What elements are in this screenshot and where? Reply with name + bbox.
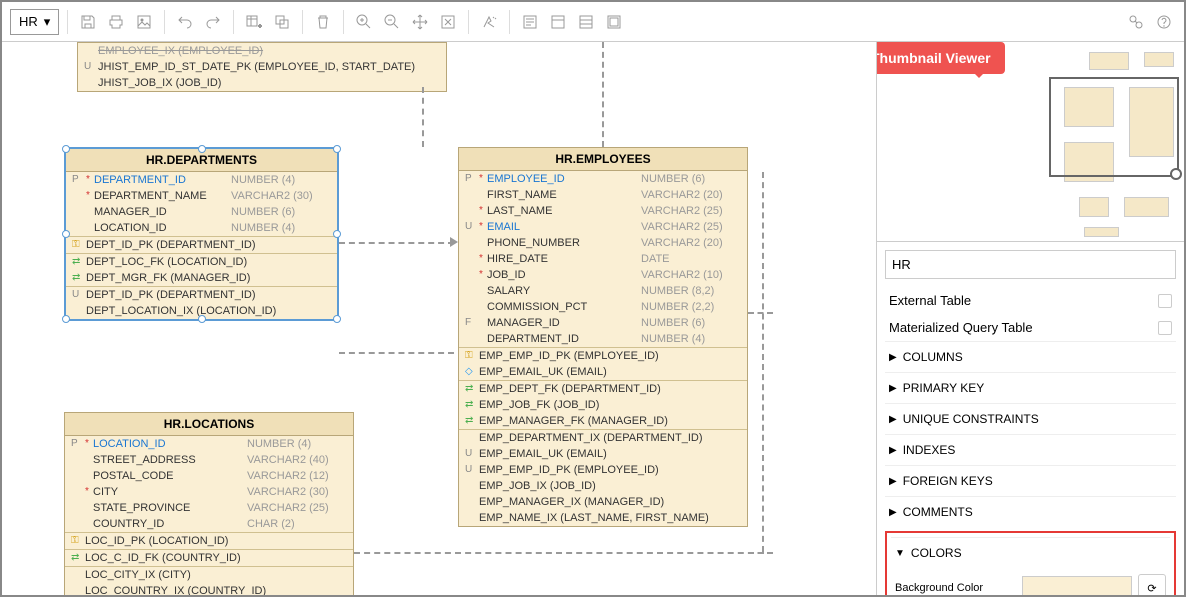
index-row: LOC_CITY_IX (CITY) bbox=[65, 567, 353, 583]
schema-selector[interactable]: HR ▾ bbox=[10, 9, 59, 35]
view1-icon[interactable] bbox=[546, 10, 570, 34]
key-row: ⚿EMP_EMP_ID_PK (EMPLOYEE_ID) bbox=[459, 348, 747, 364]
key-row: ◇EMP_EMAIL_UK (EMAIL) bbox=[459, 364, 747, 380]
chevron-down-icon: ▼ bbox=[895, 548, 905, 559]
chevron-right-icon: ▶ bbox=[889, 414, 897, 425]
column-row: U*EMAILVARCHAR2 (25) bbox=[459, 219, 747, 235]
chevron-right-icon: ▶ bbox=[889, 352, 897, 363]
chevron-right-icon: ▶ bbox=[889, 507, 897, 518]
column-row: STREET_ADDRESSVARCHAR2 (40) bbox=[65, 452, 353, 468]
index-row: EMP_JOB_IX (JOB_ID) bbox=[459, 478, 747, 494]
fit-icon[interactable] bbox=[436, 10, 460, 34]
external-table-label: External Table bbox=[889, 293, 971, 308]
accordion-columns[interactable]: ▶COLUMNS bbox=[885, 341, 1176, 372]
save-icon[interactable] bbox=[76, 10, 100, 34]
entity-locations[interactable]: HR.LOCATIONS P*LOCATION_IDNUMBER (4)STRE… bbox=[64, 412, 354, 595]
key-row: ⇄LOC_C_ID_FK (COUNTRY_ID) bbox=[65, 550, 353, 566]
index-row: EMP_NAME_IX (LAST_NAME, FIRST_NAME) bbox=[459, 510, 747, 526]
help-icon[interactable] bbox=[1152, 10, 1176, 34]
column-row: POSTAL_CODEVARCHAR2 (12) bbox=[65, 468, 353, 484]
column-row: FIRST_NAMEVARCHAR2 (20) bbox=[459, 187, 747, 203]
column-row: *HIRE_DATEDATE bbox=[459, 251, 747, 267]
right-panel: Thumbnail Viewer External Table Material… bbox=[876, 42, 1184, 595]
add-table-icon[interactable] bbox=[242, 10, 266, 34]
column-row: PHONE_NUMBERVARCHAR2 (20) bbox=[459, 235, 747, 251]
column-row: DEPARTMENT_IDNUMBER (4) bbox=[459, 331, 747, 347]
key-row: ⇄DEPT_MGR_FK (MANAGER_ID) bbox=[66, 270, 337, 286]
column-row: P*DEPARTMENT_IDNUMBER (4) bbox=[66, 172, 337, 188]
toolbar: HR ▾ bbox=[2, 2, 1184, 42]
column-row: *CITYVARCHAR2 (30) bbox=[65, 484, 353, 500]
key-row: ⚿LOC_ID_PK (LOCATION_ID) bbox=[65, 533, 353, 549]
diagram-canvas[interactable]: EMPLOYEE_IX (EMPLOYEE_ID) UJHIST_EMP_ID_… bbox=[2, 42, 876, 595]
key-row: ⇄EMP_DEPT_FK (DEPARTMENT_ID) bbox=[459, 381, 747, 397]
entity-title: HR.LOCATIONS bbox=[65, 413, 353, 436]
accordion-unique-constraints[interactable]: ▶UNIQUE CONSTRAINTS bbox=[885, 403, 1176, 434]
thumbnail-viewer[interactable]: Thumbnail Viewer bbox=[877, 42, 1184, 242]
accordion-indexes[interactable]: ▶INDEXES bbox=[885, 434, 1176, 465]
external-table-checkbox[interactable] bbox=[1158, 294, 1172, 308]
column-row: *LAST_NAMEVARCHAR2 (25) bbox=[459, 203, 747, 219]
find-icon[interactable] bbox=[1124, 10, 1148, 34]
key-row: ⇄DEPT_LOC_FK (LOCATION_ID) bbox=[66, 254, 337, 270]
key-row: ⇄EMP_JOB_FK (JOB_ID) bbox=[459, 397, 747, 413]
schema-name: HR bbox=[19, 14, 38, 29]
column-row: COMMISSION_PCTNUMBER (2,2) bbox=[459, 299, 747, 315]
move-icon[interactable] bbox=[408, 10, 432, 34]
redo-icon[interactable] bbox=[201, 10, 225, 34]
view2-icon[interactable] bbox=[574, 10, 598, 34]
accordion-colors[interactable]: ▼ COLORS bbox=[891, 537, 1170, 568]
zoom-in-icon[interactable] bbox=[352, 10, 376, 34]
chevron-right-icon: ▶ bbox=[889, 383, 897, 394]
refresh-bg-icon[interactable]: ⟳ bbox=[1138, 574, 1166, 595]
entity-employees[interactable]: HR.EMPLOYEES P*EMPLOYEE_IDNUMBER (6)FIRS… bbox=[458, 147, 748, 527]
name-input[interactable] bbox=[885, 250, 1176, 279]
image-icon[interactable] bbox=[132, 10, 156, 34]
entity-title: HR.EMPLOYEES bbox=[459, 148, 747, 171]
column-row: P*LOCATION_IDNUMBER (4) bbox=[65, 436, 353, 452]
bg-color-label: Background Color bbox=[895, 582, 983, 594]
column-row: STATE_PROVINCEVARCHAR2 (25) bbox=[65, 500, 353, 516]
index-row: UEMP_EMAIL_UK (EMAIL) bbox=[459, 446, 747, 462]
index-row: UDEPT_ID_PK (DEPARTMENT_ID) bbox=[66, 287, 337, 303]
accordion-foreign-keys[interactable]: ▶FOREIGN KEYS bbox=[885, 465, 1176, 496]
bg-color-swatch[interactable] bbox=[1022, 576, 1132, 595]
accordion-comments[interactable]: ▶COMMENTS bbox=[885, 496, 1176, 527]
accordion-primary-key[interactable]: ▶PRIMARY KEY bbox=[885, 372, 1176, 403]
column-row: P*EMPLOYEE_IDNUMBER (6) bbox=[459, 171, 747, 187]
mqt-label: Materialized Query Table bbox=[889, 320, 1033, 335]
entity-jhist[interactable]: EMPLOYEE_IX (EMPLOYEE_ID) UJHIST_EMP_ID_… bbox=[77, 42, 447, 92]
colors-section: ▼ COLORS Background Color ⟳ Border Color… bbox=[885, 531, 1176, 595]
chevron-right-icon: ▶ bbox=[889, 445, 897, 456]
key-row: ⇄EMP_MANAGER_FK (MANAGER_ID) bbox=[459, 413, 747, 429]
column-row: MANAGER_IDNUMBER (6) bbox=[66, 204, 337, 220]
auto-layout-icon[interactable] bbox=[477, 10, 501, 34]
column-row: COUNTRY_IDCHAR (2) bbox=[65, 516, 353, 532]
note-icon[interactable] bbox=[518, 10, 542, 34]
view3-icon[interactable] bbox=[602, 10, 626, 34]
undo-icon[interactable] bbox=[173, 10, 197, 34]
properties-panel: External Table Materialized Query Table … bbox=[877, 242, 1184, 595]
chevron-right-icon: ▶ bbox=[889, 476, 897, 487]
delete-icon[interactable] bbox=[311, 10, 335, 34]
index-row: UEMP_EMP_ID_PK (EMPLOYEE_ID) bbox=[459, 462, 747, 478]
index-row: EMP_MANAGER_IX (MANAGER_ID) bbox=[459, 494, 747, 510]
callout-label: Thumbnail Viewer bbox=[876, 42, 1005, 74]
index-row: LOC_COUNTRY_IX (COUNTRY_ID) bbox=[65, 583, 353, 595]
key-row: ⚿DEPT_ID_PK (DEPARTMENT_ID) bbox=[66, 237, 337, 253]
column-row: LOCATION_IDNUMBER (4) bbox=[66, 220, 337, 236]
chevron-down-icon: ▾ bbox=[44, 14, 51, 30]
mqt-checkbox[interactable] bbox=[1158, 321, 1172, 335]
column-row: FMANAGER_IDNUMBER (6) bbox=[459, 315, 747, 331]
print-icon[interactable] bbox=[104, 10, 128, 34]
entity-departments[interactable]: HR.DEPARTMENTS P*DEPARTMENT_IDNUMBER (4)… bbox=[64, 147, 339, 321]
column-row: SALARYNUMBER (8,2) bbox=[459, 283, 747, 299]
zoom-out-icon[interactable] bbox=[380, 10, 404, 34]
index-row: EMP_DEPARTMENT_IX (DEPARTMENT_ID) bbox=[459, 430, 747, 446]
column-row: *JOB_IDVARCHAR2 (10) bbox=[459, 267, 747, 283]
duplicate-icon[interactable] bbox=[270, 10, 294, 34]
column-row: *DEPARTMENT_NAMEVARCHAR2 (30) bbox=[66, 188, 337, 204]
